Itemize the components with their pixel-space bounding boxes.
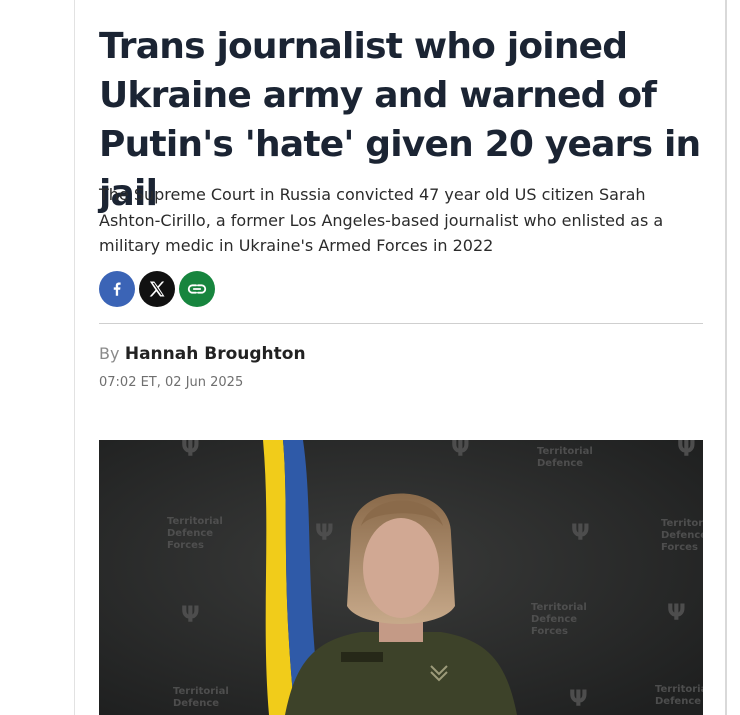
standfirst: The Supreme Court in Russia convicted 47… (99, 185, 664, 255)
author-link[interactable]: Hannah Broughton (125, 344, 306, 364)
x-icon (149, 281, 165, 297)
byline-prefix: By (99, 344, 120, 363)
right-column-rule (725, 0, 727, 715)
wall-text-5-line-1: Territorial (173, 686, 229, 697)
share-facebook-button[interactable] (99, 271, 135, 307)
trident-emblem: Ψ (667, 601, 686, 626)
share-x-button[interactable] (139, 271, 175, 307)
wall-text-6-line-2: Defence (655, 696, 701, 707)
share-bar (99, 271, 215, 307)
wall-text-1-line-2: Defence (167, 528, 213, 539)
wall-text-6-line-1: Territorial (655, 684, 703, 695)
wall-text-3-line-2: Defence (661, 530, 703, 541)
facebook-icon (113, 282, 121, 296)
wall-text-1-line-1: Territorial (167, 516, 223, 527)
wall-text-3-line-1: Territorial (661, 518, 703, 529)
link-icon (187, 284, 207, 294)
trident-emblem: Ψ (181, 603, 200, 628)
hero-photo: Territorial Defence Forces Territorial D… (99, 440, 703, 715)
trident-emblem: Ψ (181, 440, 200, 462)
wall-text-4-line-1: Territorial (537, 446, 593, 457)
wall-text-1-line-3: Forces (167, 540, 204, 551)
hero-image: Territorial Defence Forces Territorial D… (99, 440, 703, 715)
trident-emblem: Ψ (571, 521, 590, 546)
wall-text-4-line-2: Defence (537, 458, 583, 469)
trident-emblem: Ψ (677, 440, 696, 462)
trident-emblem: Ψ (569, 687, 588, 712)
publish-timestamp: 07:02 ET, 02 Jun 2025 (99, 375, 244, 390)
trident-emblem: Ψ (451, 440, 470, 462)
left-column-rule (74, 0, 75, 715)
wall-text-5-line-2: Defence (173, 698, 219, 709)
wall-text-3-line-3: Forces (661, 542, 698, 553)
wall-text-2-line-3: Forces (531, 626, 568, 637)
byline-divider (99, 323, 703, 324)
trident-emblem: Ψ (315, 521, 334, 546)
wall-text-2-line-1: Territorial (531, 602, 587, 613)
wall-text-2-line-2: Defence (531, 614, 577, 625)
copy-link-button[interactable] (179, 271, 215, 307)
byline: By Hannah Broughton (99, 343, 306, 365)
